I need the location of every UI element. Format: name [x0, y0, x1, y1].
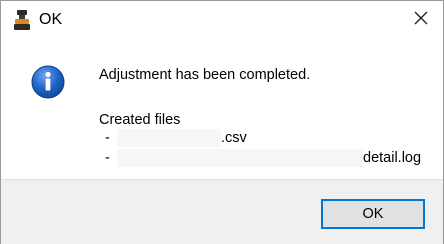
stamp-icon — [13, 10, 31, 30]
message-dialog: OK Adjustment has been completed. Create… — [0, 0, 444, 244]
file-suffix: detail.log — [363, 150, 422, 166]
window-title: OK — [39, 11, 63, 28]
ok-button[interactable]: OK — [321, 199, 425, 229]
close-icon — [414, 11, 428, 30]
created-files-label: Created files — [99, 112, 181, 128]
file-suffix: .csv — [221, 130, 247, 146]
redacted-region — [117, 149, 363, 167]
dialog-footer: OK — [1, 179, 443, 244]
message-text: Adjustment has been completed. — [99, 67, 311, 83]
dialog-content: Adjustment has been completed. Created f… — [1, 39, 443, 179]
list-bullet: - — [105, 130, 110, 146]
redacted-region — [117, 129, 221, 147]
list-bullet: - — [105, 150, 110, 166]
title-bar[interactable]: OK — [1, 1, 443, 39]
close-button[interactable] — [407, 7, 435, 33]
info-icon — [31, 65, 65, 99]
